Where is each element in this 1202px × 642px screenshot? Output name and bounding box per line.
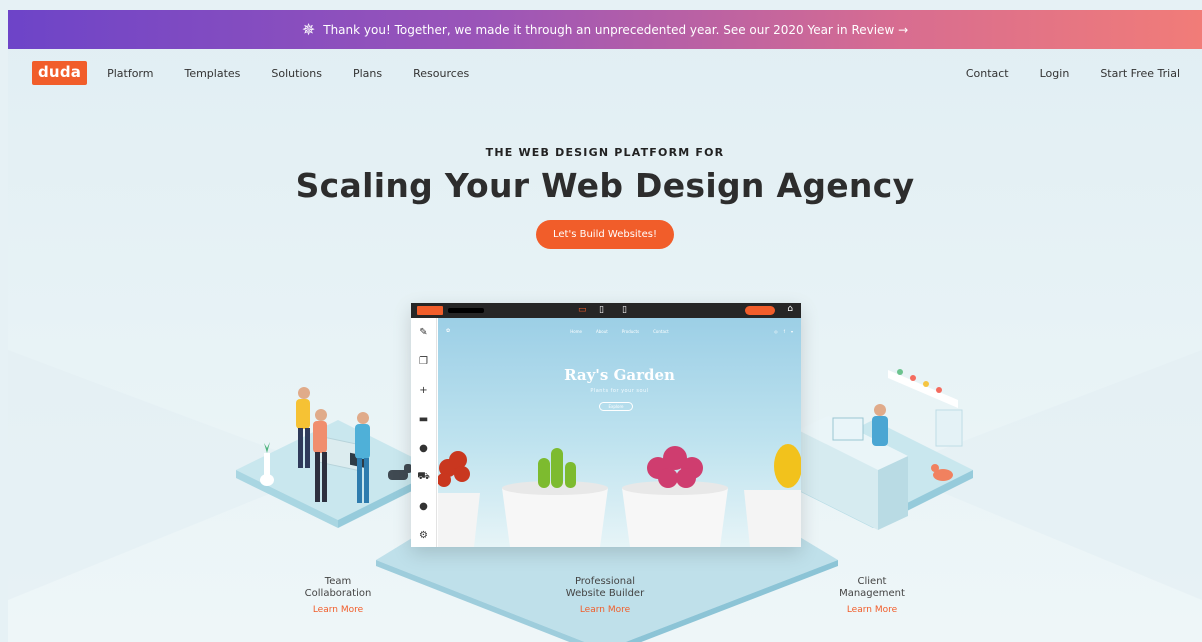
lets-build-websites-button[interactable]: Let's Build Websites! <box>536 220 674 249</box>
hero-headline: Scaling Your Web Design Agency <box>295 166 915 205</box>
folder-icon[interactable]: ▬ <box>411 405 436 434</box>
learn-more-link[interactable]: Learn More <box>550 604 660 616</box>
nav-item-login[interactable]: Login <box>1040 67 1070 80</box>
wall-panel <box>935 409 963 447</box>
site-preview: ✿ Home About Products Contact ◎ f ▾ Ray'… <box>438 318 801 547</box>
plus-icon[interactable]: + <box>411 376 436 405</box>
nav-item-platform[interactable]: Platform <box>107 67 153 80</box>
nav-item-solutions[interactable]: Solutions <box>271 67 322 80</box>
chat-icon[interactable]: ● <box>411 492 436 521</box>
person-yellow <box>296 387 310 468</box>
feature-title-line2: Website Builder <box>565 588 645 599</box>
editor-site-name-bar <box>448 308 484 313</box>
gear-icon[interactable]: ⚙ <box>411 521 436 550</box>
banner-link[interactable]: Thank you! Together, we made it through … <box>323 23 908 37</box>
main-nav: duda Platform Templates Solutions Plans … <box>8 49 1202 97</box>
home-icon[interactable]: ⌂ <box>787 304 793 314</box>
nav-item-start-free-trial[interactable]: Start Free Trial <box>1100 67 1180 80</box>
learn-more-link[interactable]: Learn More <box>285 604 391 616</box>
cart-icon[interactable]: ⛟ <box>411 463 436 492</box>
layers-icon[interactable]: ❐ <box>411 347 436 376</box>
person-red <box>313 409 327 502</box>
feature-client-management: Client Management Learn More <box>820 576 924 616</box>
person-icon[interactable]: ● <box>411 434 436 463</box>
hero-eyebrow: THE WEB DESIGN PLATFORM FOR <box>485 146 725 159</box>
page-frame: ✵ Thank you! Together, we made it throug… <box>8 10 1202 642</box>
nav-item-resources[interactable]: Resources <box>413 67 469 80</box>
feature-title-line1: Team <box>324 576 352 587</box>
feature-team-collaboration: Team Collaboration Learn More <box>285 576 391 616</box>
mobile-view-icon[interactable]: ▯ <box>622 305 627 315</box>
plants-illustration <box>438 444 801 547</box>
announcement-banner[interactable]: ✵ Thank you! Together, we made it throug… <box>8 10 1202 49</box>
editor-sidebar: ✎ ❐ + ▬ ● ⛟ ● ⚙ <box>411 318 437 547</box>
editor-toolbar: ▭ ▯ ▯ ⌂ <box>411 303 801 318</box>
feature-title-line1: Client <box>857 576 887 587</box>
feature-title-line2: Collaboration <box>304 588 372 599</box>
learn-more-link[interactable]: Learn More <box>820 604 924 616</box>
tablet-view-icon[interactable]: ▯ <box>599 305 604 315</box>
publish-button[interactable] <box>745 306 775 315</box>
banner-text: Thank you! Together, we made it through … <box>323 22 895 37</box>
nav-item-templates[interactable]: Templates <box>184 67 240 80</box>
arrow-right-icon: → <box>898 22 909 37</box>
feature-title-line1: Professional <box>574 576 636 587</box>
brush-icon[interactable]: ✎ <box>411 318 436 347</box>
nav-item-contact[interactable]: Contact <box>966 67 1009 80</box>
desktop-view-icon[interactable]: ▭ <box>578 305 587 315</box>
feature-title-line2: Management <box>839 588 905 599</box>
hero-section: THE WEB DESIGN PLATFORM FOR Scaling Your… <box>8 146 1202 249</box>
nav-item-plans[interactable]: Plans <box>353 67 382 80</box>
editor-mockup: ▭ ▯ ▯ ⌂ ✎ ❐ + ▬ ● ⛟ ● ⚙ ✿ Home About Pro… <box>411 303 801 547</box>
monitor <box>832 417 864 441</box>
feature-professional-website-builder: Professional Website Builder Learn More <box>550 576 660 616</box>
duda-logo[interactable]: duda <box>32 61 88 85</box>
editor-logo-block <box>417 306 443 315</box>
shelf <box>888 369 958 408</box>
fireworks-icon: ✵ <box>301 20 316 39</box>
person-at-desk <box>872 404 888 446</box>
